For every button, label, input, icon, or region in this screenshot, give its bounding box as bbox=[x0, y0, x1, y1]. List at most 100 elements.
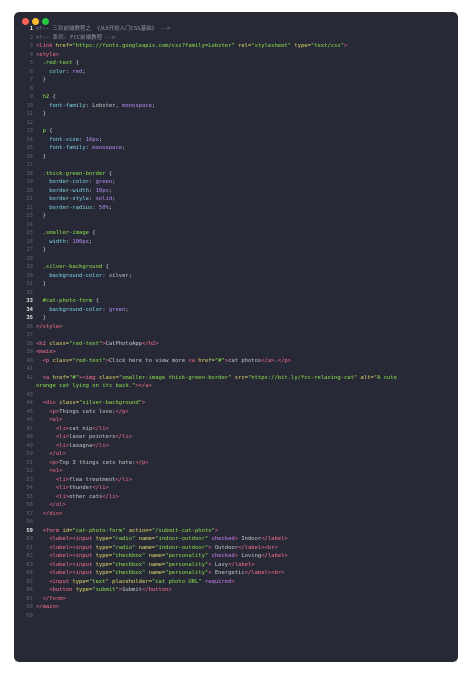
code-token: ; bbox=[108, 187, 113, 194]
line-number: 50 bbox=[26, 451, 33, 457]
code-token: ><img bbox=[79, 374, 99, 381]
code-line: 59 <form id="cat-photo-form" action="/su… bbox=[14, 527, 458, 536]
line-content: <li>other cats</li> bbox=[36, 493, 119, 502]
code-token: alt= bbox=[357, 374, 374, 381]
code-token: type= bbox=[75, 587, 93, 593]
code-token: ; bbox=[82, 68, 86, 75]
line-number: 7 bbox=[29, 77, 33, 83]
code-line: 44 <div class="silver-background"> bbox=[14, 399, 458, 408]
maximize-window-icon[interactable] bbox=[42, 18, 49, 25]
code-token: cat photos bbox=[228, 357, 262, 364]
line-number: 54 bbox=[26, 485, 33, 491]
code-token: font-size bbox=[36, 136, 80, 143]
code-token: </li> bbox=[92, 425, 109, 432]
line-content: font-size: 16px; bbox=[36, 136, 102, 145]
code-editor[interactable]: 1 <!-- 三玖前端教程之 《从0开始入门CSS基础》 --> 2 <!-- 系列:… bbox=[14, 25, 458, 620]
code-line: 3 <link href="https://fonts.googleapis.co… bbox=[14, 42, 458, 51]
code-token: border-color bbox=[36, 179, 89, 185]
code-line: 30 background-color: silver; bbox=[14, 272, 458, 281]
line-number: 45 bbox=[26, 408, 33, 415]
line-content: <li>laser pointers</li> bbox=[36, 433, 132, 442]
code-token: "/submit-cat-photo" bbox=[151, 527, 215, 534]
line-number: 16 bbox=[26, 153, 33, 160]
line-number: 62 bbox=[26, 553, 33, 559]
code-token: class= bbox=[59, 400, 80, 406]
line-content: #cat-photo-form { bbox=[36, 297, 99, 306]
line-content: p { bbox=[36, 127, 53, 136]
line-number: 51 bbox=[26, 459, 33, 466]
code-token: : silver; bbox=[102, 272, 133, 279]
close-window-icon[interactable] bbox=[22, 18, 29, 25]
line-number: 66 bbox=[26, 587, 33, 593]
code-line: 31 } bbox=[14, 280, 458, 289]
code-token: ; bbox=[122, 145, 126, 151]
line-content: .silver-background { bbox=[36, 263, 109, 272]
code-line: 37 bbox=[14, 331, 458, 340]
line-content: } bbox=[36, 246, 46, 255]
code-token: <button bbox=[36, 587, 76, 593]
line-number: 25 bbox=[26, 230, 33, 236]
code-line: 52 <ol> bbox=[14, 467, 458, 476]
code-line: 7 } bbox=[14, 76, 458, 85]
code-token: <a bbox=[36, 374, 53, 381]
code-token: checked bbox=[208, 536, 235, 542]
line-number: 43 bbox=[26, 391, 33, 398]
minimize-window-icon[interactable] bbox=[32, 18, 39, 25]
line-content: <main> bbox=[36, 348, 56, 357]
code-token: </p> bbox=[277, 357, 292, 364]
line-content: </div> bbox=[36, 510, 63, 519]
code-token: name= bbox=[135, 544, 156, 551]
line-content: h2 { bbox=[36, 93, 56, 102]
code-token: orange cat lying on its back." bbox=[36, 383, 136, 389]
code-token: <style> bbox=[36, 51, 60, 58]
line-number: 55 bbox=[26, 493, 33, 500]
line-content: font-family: monospace; bbox=[36, 144, 125, 153]
code-line: 57 </div> bbox=[14, 510, 458, 519]
line-number: 21 bbox=[26, 196, 33, 202]
line-number: 47 bbox=[26, 425, 33, 432]
code-token: </li> bbox=[115, 434, 133, 440]
code-line: 62 <label><input type="checkbox" name="p… bbox=[14, 552, 458, 561]
code-token: { bbox=[105, 170, 113, 177]
code-line: 69 bbox=[14, 612, 458, 621]
code-token: "stylesheet" bbox=[251, 43, 292, 49]
code-token: <ol> bbox=[36, 468, 63, 474]
code-token: href= bbox=[55, 43, 73, 49]
line-number: 39 bbox=[26, 349, 33, 355]
code-window: 1 <!-- 三玖前端教程之 《从0开始入门CSS基础》 --> 2 <!-- 系列:… bbox=[14, 12, 458, 662]
code-token: : bbox=[92, 204, 99, 211]
code-line: 19 border-color: green; bbox=[14, 178, 458, 187]
code-token: .smaller-image bbox=[36, 230, 89, 236]
code-token: src= bbox=[231, 374, 248, 381]
code-token: .thick-green-border bbox=[36, 170, 106, 177]
line-number: 64 bbox=[26, 570, 33, 576]
code-token: { bbox=[102, 264, 109, 270]
line-number: 59 bbox=[26, 527, 33, 534]
line-content: <input type="text" placeholder="cat phot… bbox=[36, 578, 234, 587]
line-content: font-family: Lobster, monospace; bbox=[36, 102, 155, 111]
code-token: </style> bbox=[36, 323, 63, 330]
code-token: </li> bbox=[115, 476, 133, 483]
code-line: 13 p { bbox=[14, 127, 458, 136]
line-content: <li>lasagna</li> bbox=[36, 442, 109, 451]
code-token: border-radius bbox=[36, 204, 93, 211]
line-content: <!-- 系列: FCC前端教程 --> bbox=[36, 34, 115, 43]
code-token: { bbox=[45, 128, 53, 134]
code-token: ; bbox=[112, 196, 116, 202]
code-token: Loving bbox=[241, 553, 262, 559]
code-token: name= bbox=[145, 570, 166, 576]
code-token: } bbox=[36, 77, 46, 83]
code-token: <label><input bbox=[36, 544, 96, 551]
code-line: orange cat lying on its back."></a> bbox=[14, 382, 458, 391]
line-number: 57 bbox=[26, 510, 33, 517]
code-token: width bbox=[36, 238, 66, 245]
code-token: </button> bbox=[142, 587, 172, 593]
code-line: 9 h2 { bbox=[14, 93, 458, 102]
code-token: solid bbox=[95, 196, 113, 202]
code-token: ; bbox=[151, 102, 156, 109]
code-token: "text" bbox=[89, 578, 109, 585]
line-content: <link href="https://fonts.googleapis.com… bbox=[36, 42, 347, 51]
code-line: 11 } bbox=[14, 110, 458, 119]
line-content: background-color: silver; bbox=[36, 272, 132, 281]
code-token: "red-text" bbox=[69, 340, 103, 347]
